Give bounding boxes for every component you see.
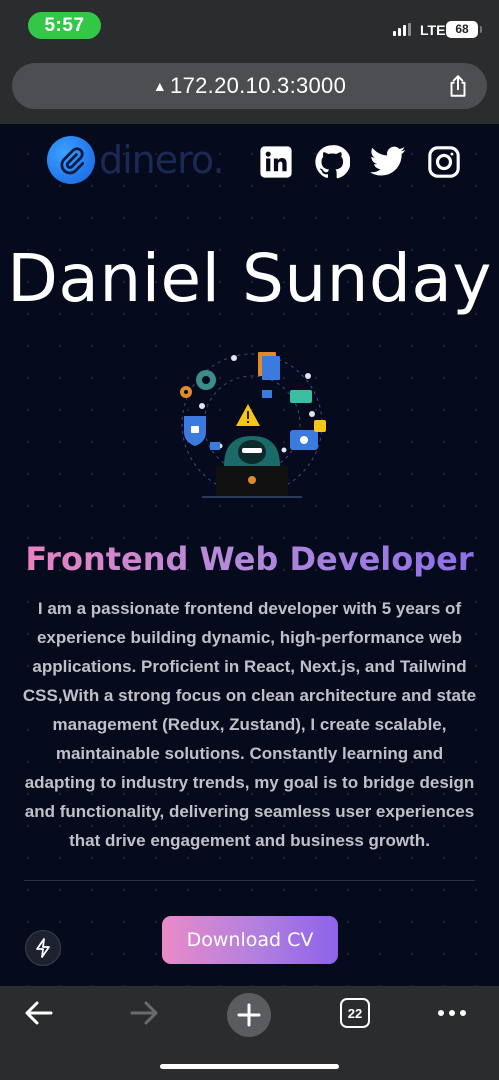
url-display[interactable]: ▲ 172.20.10.3:3000 xyxy=(12,63,487,109)
battery-icon: 68 xyxy=(446,21,482,38)
divider xyxy=(24,880,475,881)
status-bar: 5:57 LTE 68 xyxy=(0,0,499,50)
linkedin-icon[interactable] xyxy=(258,144,294,180)
hacker-illustration xyxy=(180,352,326,498)
url-text: 172.20.10.3:3000 xyxy=(170,73,347,98)
lightning-icon[interactable] xyxy=(25,930,61,966)
github-icon[interactable] xyxy=(314,144,350,180)
network-type: LTE xyxy=(420,22,446,38)
new-tab-plus-icon[interactable] xyxy=(227,993,271,1037)
social-links xyxy=(258,144,462,180)
job-title: Frontend Web Developer xyxy=(0,540,499,578)
browser-address-area: ▲ 172.20.10.3:3000 xyxy=(0,50,499,124)
hero-name: Daniel Sunday xyxy=(7,240,492,317)
status-time: 5:57 xyxy=(28,12,101,39)
address-bar[interactable]: ▲ 172.20.10.3:3000 xyxy=(12,63,487,109)
not-secure-warning-icon: ▲ xyxy=(152,78,168,94)
tab-switcher-button[interactable]: 22 xyxy=(340,998,370,1028)
instagram-icon[interactable] xyxy=(426,144,462,180)
download-cv-button[interactable]: Download CV xyxy=(162,916,338,964)
site-header: dinero. xyxy=(0,132,499,184)
site-logo[interactable]: dinero. xyxy=(47,136,225,184)
share-icon[interactable] xyxy=(445,73,471,99)
signal-icon xyxy=(393,23,411,36)
home-indicator[interactable] xyxy=(160,1064,339,1069)
browser-toolbar: 22 xyxy=(0,986,499,1080)
bio-paragraph: I am a passionate frontend developer wit… xyxy=(22,599,477,850)
back-arrow-icon[interactable] xyxy=(23,998,55,1028)
logo-wordmark: dinero. xyxy=(99,138,225,182)
more-menu-icon[interactable] xyxy=(436,998,468,1028)
web-page: dinero. Daniel Sunday Frontend Web Devel… xyxy=(0,124,499,986)
paperclip-logo-icon xyxy=(47,136,95,184)
twitter-icon[interactable] xyxy=(370,144,406,180)
forward-arrow-icon[interactable] xyxy=(128,998,160,1028)
